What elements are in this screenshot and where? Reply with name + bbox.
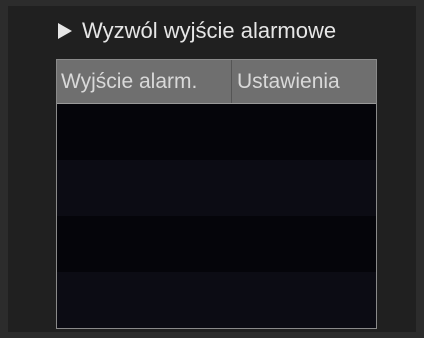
column-header-alarm-output[interactable]: Wyjście alarm. [57,60,232,103]
table-row[interactable] [57,104,376,160]
alarm-output-table: Wyjście alarm. Ustawienia [56,59,377,329]
section-title: Wyzwól wyjście alarmowe [82,18,337,43]
table-row[interactable] [57,160,376,216]
expand-arrow-icon[interactable] [58,23,72,39]
table-header: Wyjście alarm. Ustawienia [57,60,376,104]
section-header[interactable]: Wyzwól wyjście alarmowe [58,16,336,46]
table-row[interactable] [57,216,376,272]
table-body [57,104,376,328]
column-header-settings[interactable]: Ustawienia [232,60,376,103]
table-row[interactable] [57,272,376,328]
